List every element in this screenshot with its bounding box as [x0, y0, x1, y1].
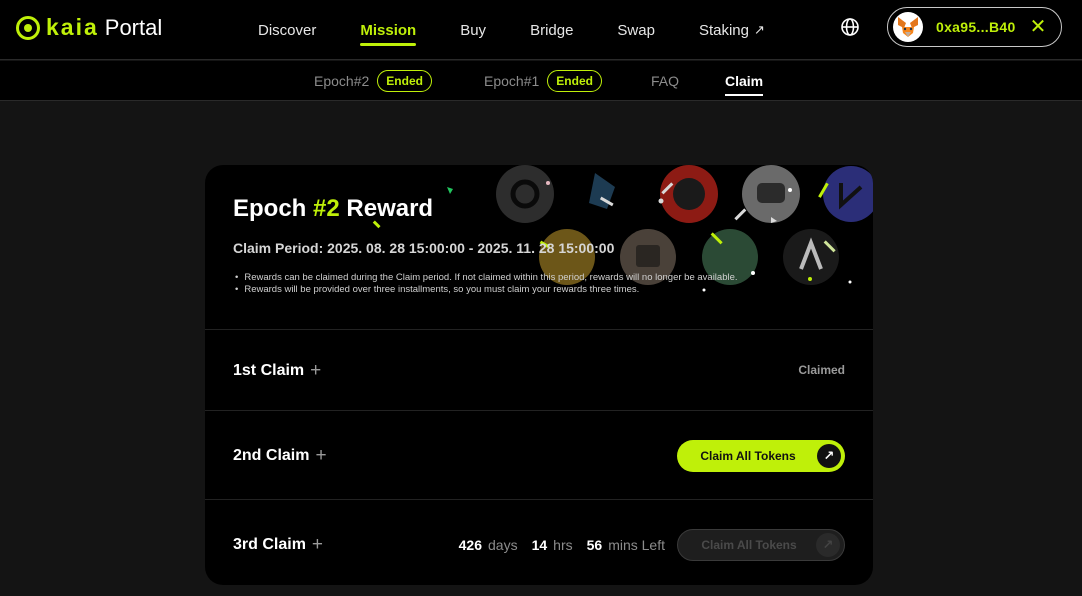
claimed-status: Claimed	[798, 363, 845, 377]
reward-card: Epoch #2 Reward Claim Period: 2025. 08. …	[205, 165, 873, 585]
nav-bridge[interactable]: Bridge	[530, 0, 573, 60]
status-badge: Ended	[377, 70, 432, 92]
countdown-hours: 14	[531, 537, 548, 553]
claim-3-label: 3rd Claim	[233, 536, 306, 553]
countdown-mins: 56	[586, 537, 603, 553]
arrow-up-right-icon: ↗	[817, 444, 841, 468]
external-link-icon: ↗	[754, 22, 765, 37]
close-icon[interactable]: ✕	[1030, 17, 1047, 37]
claim-all-tokens-button[interactable]: Claim All Tokens ↗	[677, 440, 845, 472]
sub-nav: Epoch#2 Ended Epoch#1 Ended FAQ Claim	[0, 61, 1082, 101]
claim-row-2: 2nd Claim + Claim All Tokens ↗	[205, 411, 873, 500]
logo-brand-text: kaia	[46, 14, 99, 40]
subnav-epoch1-label: Epoch#1	[484, 73, 540, 89]
plus-icon: +	[311, 534, 324, 555]
reward-title-prefix: Epoch	[233, 195, 307, 222]
reward-note: Rewards will be provided over three inst…	[233, 284, 738, 296]
claim-2-label: 2nd Claim	[233, 447, 310, 464]
claim-period: Claim Period: 2025. 08. 28 15:00:00 - 20…	[233, 240, 615, 256]
status-badge: Ended	[547, 70, 602, 92]
claim-button-label: Claim All Tokens	[700, 449, 796, 463]
nav-buy[interactable]: Buy	[460, 0, 486, 60]
reward-note: Rewards can be claimed during the Claim …	[233, 272, 737, 284]
claim-button-label: Claim All Tokens	[701, 538, 797, 552]
top-header: kaia Portal Discover Mission Buy Bridge …	[0, 0, 1082, 60]
reward-notes: Rewards can be claimed during the Claim …	[233, 272, 738, 296]
reward-title: Epoch #2 Reward	[233, 195, 433, 223]
nav-staking[interactable]: Staking ↗	[699, 0, 765, 60]
claim-row-3: 3rd Claim + 426 days 14 hrs 56 mins Left…	[205, 500, 873, 585]
countdown-days: 426	[458, 537, 482, 553]
globe-icon[interactable]	[840, 17, 860, 37]
claim-1-toggle[interactable]: 1st Claim +	[233, 360, 321, 382]
claim-2-toggle[interactable]: 2nd Claim +	[233, 445, 327, 467]
claim-1-label: 1st Claim	[233, 362, 305, 379]
reward-title-suffix: Reward	[346, 195, 434, 222]
countdown-mins-unit: mins Left	[608, 537, 665, 553]
claim-row-1: 1st Claim + Claimed	[205, 330, 873, 411]
subnav-epoch2-label: Epoch#2	[314, 73, 370, 89]
claim-all-tokens-button-disabled[interactable]: Claim All Tokens ↗	[677, 529, 845, 561]
wallet-address: 0xa95...B40	[936, 19, 1016, 35]
claim-countdown: 426 days 14 hrs 56 mins Left	[459, 537, 665, 553]
main-nav: Discover Mission Buy Bridge Swap Staking…	[258, 0, 809, 60]
subnav-claim[interactable]: Claim	[725, 61, 764, 101]
plus-icon: +	[310, 360, 322, 381]
countdown-hours-unit: hrs	[553, 537, 573, 553]
wallet-button[interactable]: 0xa95...B40 ✕	[887, 7, 1062, 47]
subnav-faq[interactable]: FAQ	[651, 61, 679, 101]
nav-mission[interactable]: Mission	[360, 0, 416, 60]
countdown-days-unit: days	[488, 537, 518, 553]
subnav-epoch2[interactable]: Epoch#2 Ended	[314, 61, 432, 101]
logo-suffix-text: Portal	[104, 14, 163, 40]
claim-3-toggle[interactable]: 3rd Claim +	[233, 534, 323, 556]
subnav-epoch1[interactable]: Epoch#1 Ended	[484, 61, 602, 101]
reward-card-header: Epoch #2 Reward Claim Period: 2025. 08. …	[205, 165, 873, 330]
kaia-logo-icon	[16, 15, 40, 40]
plus-icon: +	[315, 445, 327, 466]
reward-title-epoch: #2	[313, 195, 340, 222]
metamask-fox-icon	[893, 12, 923, 42]
arrow-up-right-icon: ↗	[816, 533, 840, 557]
nav-staking-label: Staking	[698, 21, 749, 39]
nav-swap[interactable]: Swap	[617, 0, 655, 60]
kaia-portal-logo[interactable]: kaia Portal	[16, 14, 162, 41]
nav-discover[interactable]: Discover	[258, 0, 316, 60]
